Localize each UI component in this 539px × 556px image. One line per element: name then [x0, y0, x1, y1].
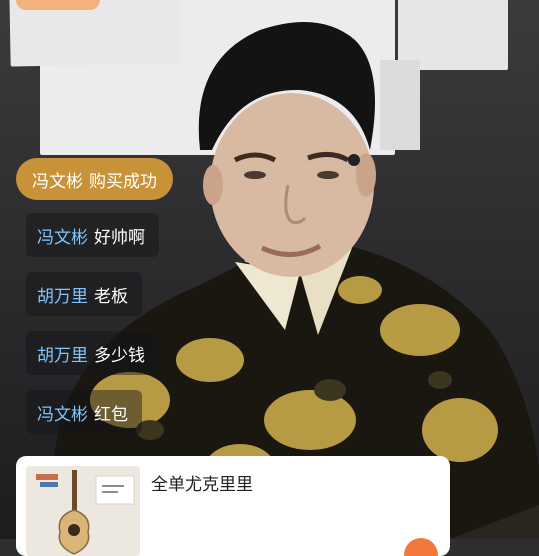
chat-text: 好帅啊: [94, 227, 145, 248]
chat-message: 冯文彬 好帅啊: [26, 213, 159, 257]
purchase-text: 购买成功: [89, 171, 157, 192]
purchase-user: 冯文彬: [32, 171, 83, 192]
chat-username[interactable]: 胡万里: [37, 341, 88, 366]
chat-username[interactable]: 冯文彬: [37, 223, 88, 248]
buy-button[interactable]: [404, 538, 438, 556]
chat-username[interactable]: 冯文彬: [37, 400, 88, 425]
chat-message: 冯文彬 红包: [26, 390, 142, 434]
chat-message: 胡万里 老板: [26, 272, 142, 316]
chat-text: 红包: [94, 404, 128, 425]
chat-username[interactable]: 胡万里: [37, 282, 88, 307]
chat-message: 胡万里 多少钱: [26, 331, 159, 375]
product-title[interactable]: 全单尤克里里: [151, 470, 253, 495]
product-thumbnail[interactable]: [26, 466, 140, 556]
top-badge: [16, 0, 100, 10]
product-card[interactable]: 全单尤克里里: [16, 456, 450, 556]
ukulele-image: [26, 466, 140, 556]
chat-text: 多少钱: [94, 345, 145, 366]
chat-text: 老板: [94, 286, 128, 307]
purchase-notification: 冯文彬 购买成功: [16, 158, 173, 200]
